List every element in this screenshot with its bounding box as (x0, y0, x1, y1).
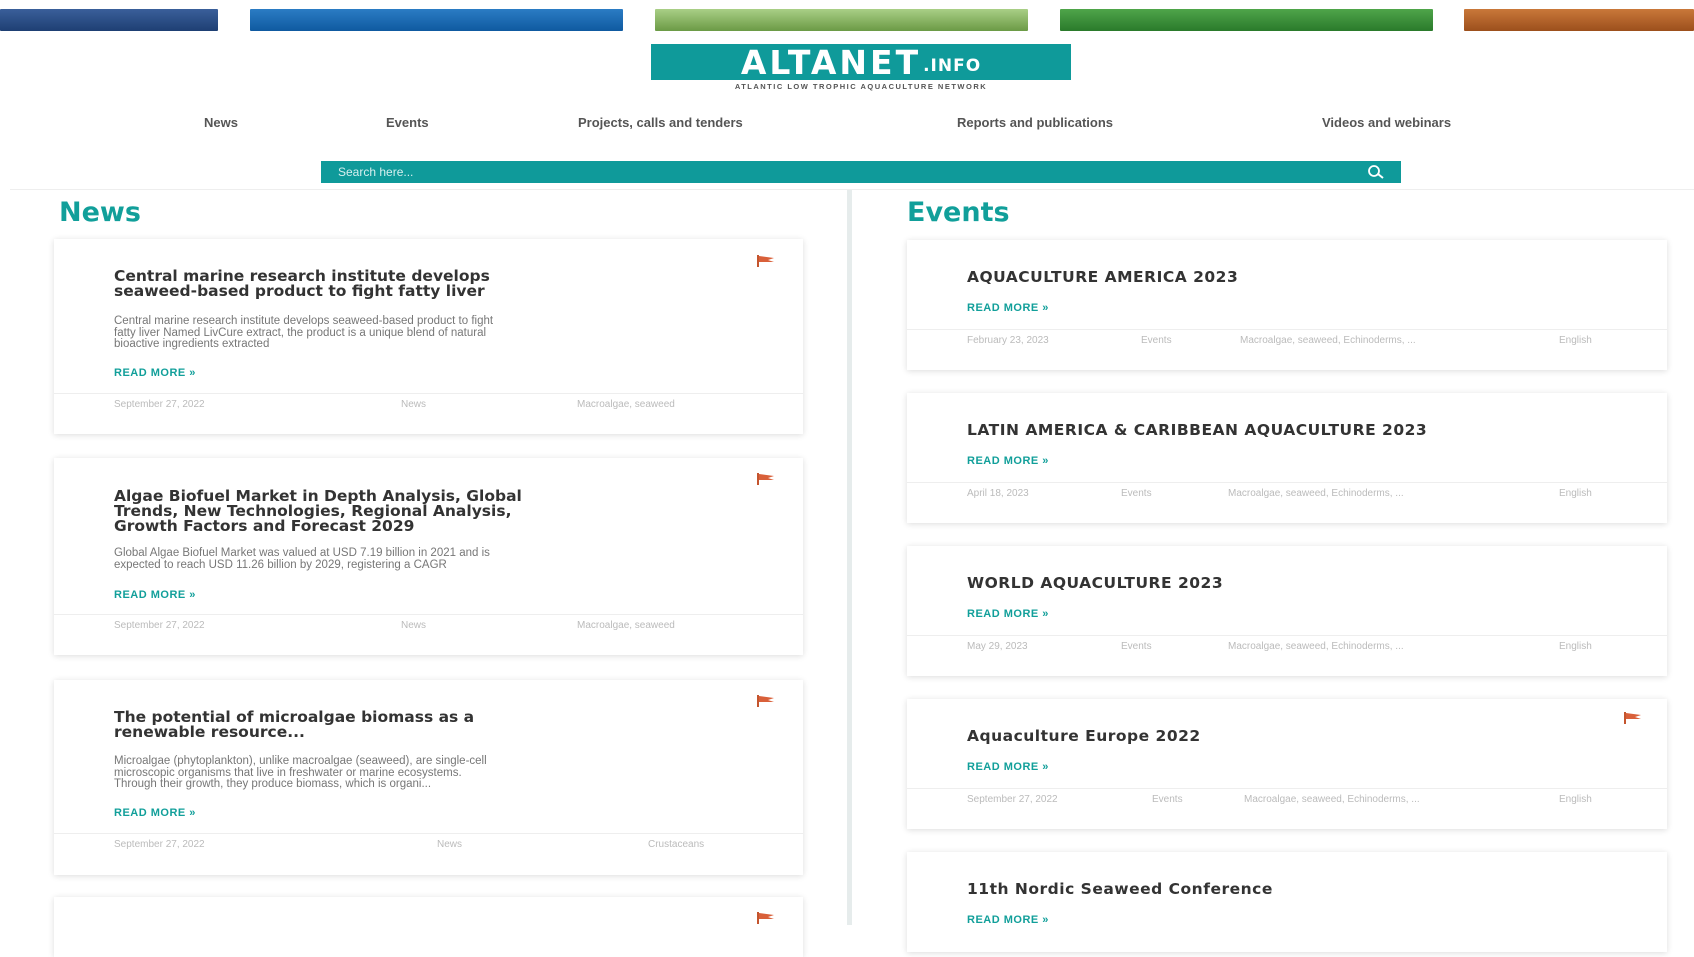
news-excerpt-line: Microalgae (phytoplankton), unlike macro… (114, 755, 487, 767)
meta-divider (54, 614, 803, 615)
site-tagline: ATLANTIC LOW TROPHIC AQUACULTURE NETWORK (734, 82, 988, 91)
read-more-link[interactable]: READ MORE » (114, 367, 196, 379)
event-date: February 23, 2023 (967, 335, 1049, 346)
event-category[interactable]: Events (1121, 488, 1152, 499)
read-more-link[interactable]: READ MORE » (967, 455, 1049, 467)
read-more-link[interactable]: READ MORE » (967, 761, 1049, 773)
read-more-link[interactable]: READ MORE » (967, 608, 1049, 620)
meta-divider (54, 833, 803, 834)
news-category[interactable]: News (437, 839, 462, 850)
news-title[interactable]: Algae Biofuel Market in Depth Analysis, … (114, 488, 522, 535)
news-card: Central marine research institute develo… (54, 239, 803, 434)
event-date: May 29, 2023 (967, 641, 1028, 652)
flag-icon (757, 695, 774, 707)
news-title-line: seaweed-based product to fight fatty liv… (114, 282, 485, 300)
meta-divider (54, 393, 803, 394)
news-title[interactable]: Central marine research institute develo… (114, 268, 490, 300)
brand-color-bar (250, 9, 623, 31)
news-category[interactable]: News (401, 620, 426, 631)
news-tags[interactable]: Macroalgae, seaweed (577, 620, 675, 631)
logo-suffix: .INFO (923, 56, 982, 76)
event-language: English (1559, 335, 1592, 346)
news-card: Algae Biofuel Market in Depth Analysis, … (54, 458, 803, 655)
event-title[interactable]: WORLD AQUACULTURE 2023 (967, 575, 1223, 591)
event-language: English (1559, 641, 1592, 652)
news-excerpt: Global Algae Biofuel Market was valued a… (114, 547, 754, 571)
news-excerpt-line: bioactive ingredients extracted (114, 338, 270, 350)
news-date: September 27, 2022 (114, 620, 205, 631)
news-tags[interactable]: Crustaceans (648, 839, 704, 850)
event-card: LATIN AMERICA & CARIBBEAN AQUACULTURE 20… (907, 393, 1667, 523)
news-title-line: renewable resource... (114, 723, 305, 741)
brand-color-bar (1464, 9, 1694, 31)
header-divider (10, 189, 1694, 190)
event-language: English (1559, 488, 1592, 499)
event-tags[interactable]: Macroalgae, seaweed, Echinoderms, ... (1240, 335, 1416, 346)
event-title[interactable]: 11th Nordic Seaweed Conference (967, 881, 1273, 897)
flag-icon (757, 912, 774, 924)
news-date: September 27, 2022 (114, 839, 205, 850)
logo-text: ALTANET (740, 42, 922, 82)
nav-item-reports[interactable]: Reports and publications (957, 115, 1113, 130)
read-more-link[interactable]: READ MORE » (114, 807, 196, 819)
nav-item-projects[interactable]: Projects, calls and tenders (578, 115, 743, 130)
event-card: WORLD AQUACULTURE 2023 READ MORE » May 2… (907, 546, 1667, 676)
event-title[interactable]: LATIN AMERICA & CARIBBEAN AQUACULTURE 20… (967, 422, 1427, 438)
event-tags[interactable]: Macroalgae, seaweed, Echinoderms, ... (1244, 794, 1420, 805)
news-excerpt-line: Through their growth, they produce bioma… (114, 778, 432, 790)
meta-divider (907, 482, 1667, 483)
events-heading: Events (907, 197, 1010, 228)
event-category[interactable]: Events (1141, 335, 1172, 346)
nav-item-events[interactable]: Events (386, 115, 429, 130)
event-card: 11th Nordic Seaweed Conference READ MORE… (907, 852, 1667, 952)
news-date: September 27, 2022 (114, 399, 205, 410)
news-title-line: Growth Factors and Forecast 2029 (114, 517, 415, 535)
site-logo[interactable]: ALTANET .INFO (651, 42, 1071, 82)
event-date: September 27, 2022 (967, 794, 1058, 805)
read-more-link[interactable]: READ MORE » (967, 302, 1049, 314)
news-tags[interactable]: Macroalgae, seaweed (577, 399, 675, 410)
event-title[interactable]: Aquaculture Europe 2022 (967, 728, 1201, 744)
event-title[interactable]: AQUACULTURE AMERICA 2023 (967, 269, 1238, 285)
news-title[interactable]: The potential of microalgae biomass as a… (114, 709, 474, 741)
news-excerpt: Central marine research institute develo… (114, 315, 754, 351)
event-tags[interactable]: Macroalgae, seaweed, Echinoderms, ... (1228, 641, 1404, 652)
search-input[interactable] (321, 161, 1341, 183)
column-divider (847, 190, 852, 925)
news-category[interactable]: News (401, 399, 426, 410)
news-heading: News (59, 197, 141, 228)
event-language: English (1559, 794, 1592, 805)
news-card (54, 897, 803, 957)
event-category[interactable]: Events (1152, 794, 1183, 805)
event-card: Aquaculture Europe 2022 READ MORE » Sept… (907, 699, 1667, 829)
event-card: AQUACULTURE AMERICA 2023 READ MORE » Feb… (907, 240, 1667, 370)
flag-icon (1624, 712, 1641, 724)
search-bar (321, 161, 1401, 183)
event-date: April 18, 2023 (967, 488, 1029, 499)
main-nav: News Events Projects, calls and tenders … (0, 115, 1694, 133)
news-excerpt-line: expected to reach USD 11.26 billion by 2… (114, 558, 447, 571)
brand-color-bar (1060, 9, 1433, 31)
meta-divider (907, 788, 1667, 789)
brand-color-bar (0, 9, 218, 31)
nav-item-videos[interactable]: Videos and webinars (1322, 115, 1451, 130)
read-more-link[interactable]: READ MORE » (967, 914, 1049, 926)
meta-divider (907, 635, 1667, 636)
event-tags[interactable]: Macroalgae, seaweed, Echinoderms, ... (1228, 488, 1404, 499)
flag-icon (757, 473, 774, 485)
news-excerpt-line: Global Algae Biofuel Market was valued a… (114, 547, 490, 559)
news-excerpt: Microalgae (phytoplankton), unlike macro… (114, 755, 754, 791)
search-icon[interactable] (1365, 164, 1387, 180)
event-category[interactable]: Events (1121, 641, 1152, 652)
flag-icon (757, 255, 774, 267)
news-card: The potential of microalgae biomass as a… (54, 680, 803, 875)
brand-color-bar (655, 9, 1028, 31)
read-more-link[interactable]: READ MORE » (114, 589, 196, 601)
news-excerpt-line: Central marine research institute develo… (114, 315, 494, 327)
nav-item-news[interactable]: News (204, 115, 238, 130)
meta-divider (907, 329, 1667, 330)
